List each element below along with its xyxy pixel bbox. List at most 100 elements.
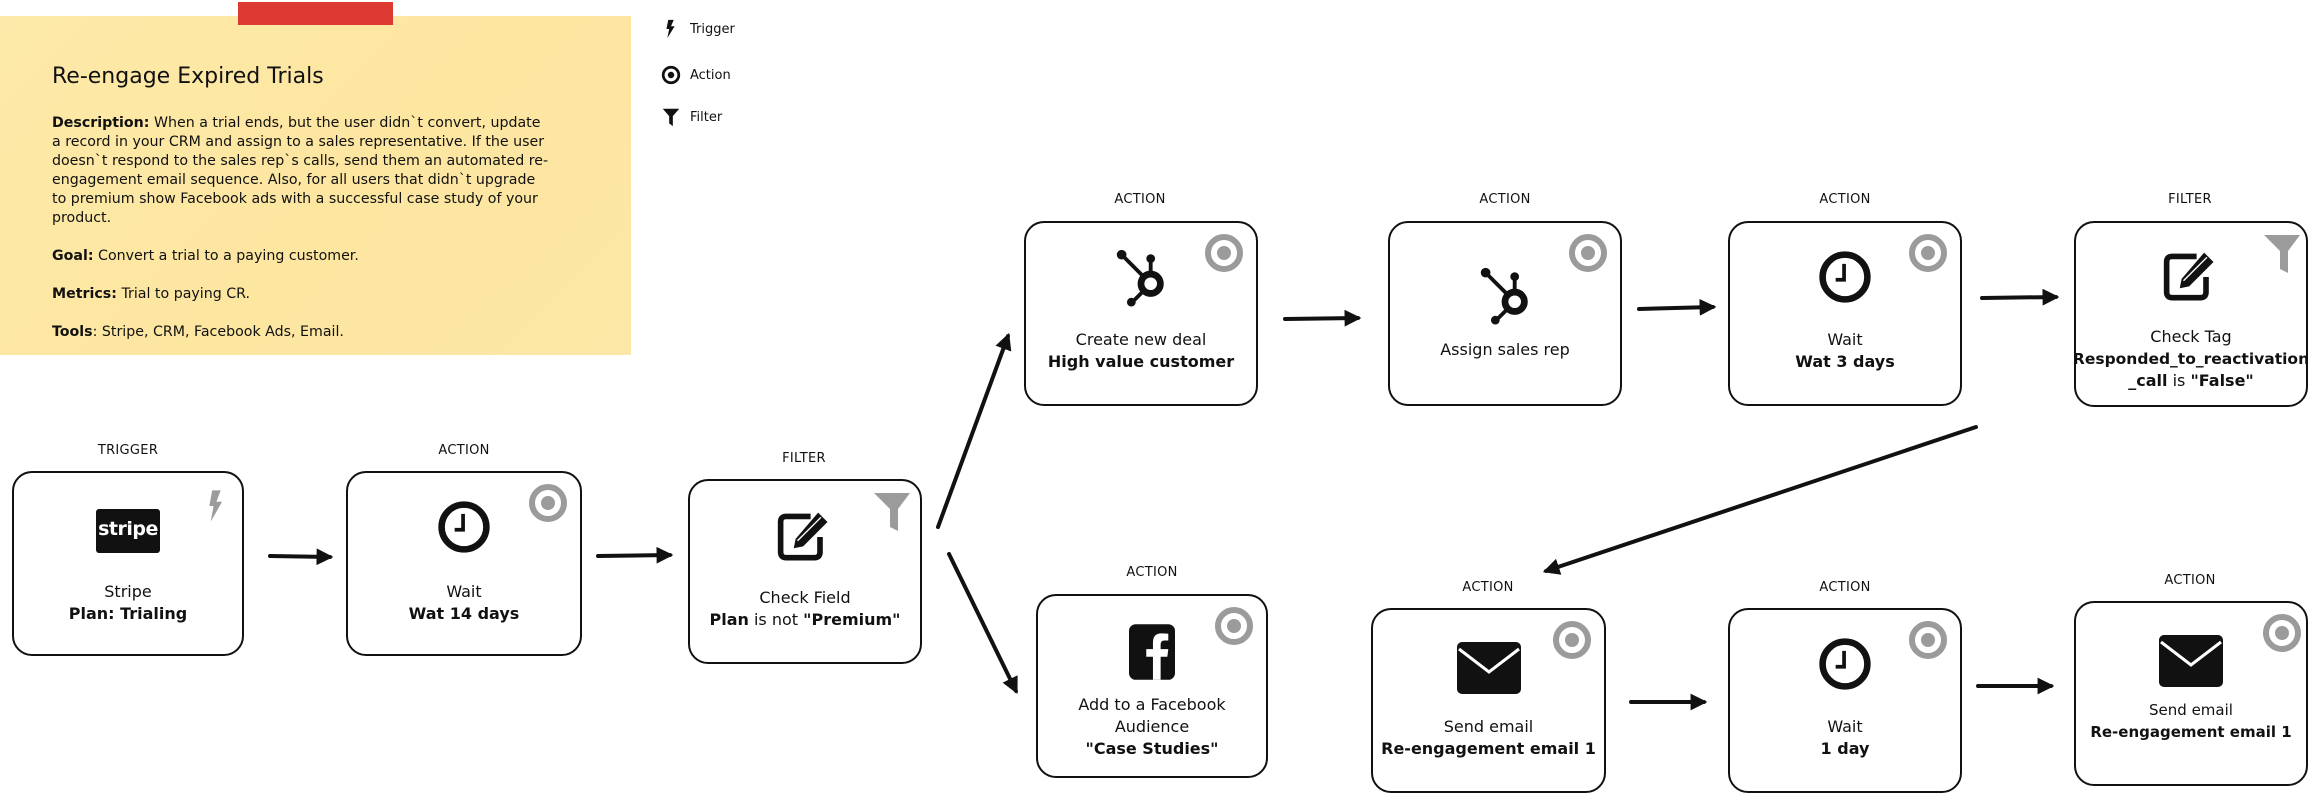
node-detail: Wat 14 days	[408, 604, 520, 623]
node-text: Wait 1 day	[1730, 716, 1960, 760]
node-title-line2: Audience	[1114, 717, 1190, 736]
node-type-label: ACTION	[438, 443, 490, 458]
node-text: Stripe Plan: Trialing	[14, 581, 242, 625]
metrics-text: Trial to paying CR.	[121, 286, 251, 302]
target-icon	[1215, 607, 1253, 645]
target-icon	[1569, 234, 1607, 272]
arrow-assign-to-wait3	[1637, 298, 1717, 316]
node-wait-1-day[interactable]: Wait 1 day	[1728, 608, 1962, 793]
node-title: Assign sales rep	[1440, 340, 1570, 359]
node-detail-operator: is	[2167, 371, 2191, 390]
node-wait-14-days[interactable]: Wait Wat 14 days	[346, 471, 582, 656]
legend-trigger: Trigger	[660, 18, 735, 40]
node-text: Add to a Facebook Audience "Case Studies…	[1038, 694, 1266, 760]
node-text: Wait Wat 14 days	[348, 581, 580, 625]
node-text: Check Tag Responded_to_reactivation _cal…	[2072, 326, 2310, 392]
facebook-icon	[1129, 624, 1175, 680]
node-type-label: ACTION	[1114, 192, 1166, 207]
arrow-wait3-to-checktag	[1980, 288, 2060, 306]
note-description: Description: When a trial ends, but the …	[52, 114, 552, 228]
node-wait-3-days[interactable]: Wait Wat 3 days	[1728, 221, 1962, 406]
node-detail: "Case Studies"	[1085, 739, 1219, 758]
node-text: Assign sales rep	[1390, 339, 1620, 361]
goal-text: Convert a trial to a paying customer.	[98, 248, 359, 264]
node-send-email-2[interactable]: Send email Re-engagement email 1	[2074, 601, 2308, 786]
hubspot-icon	[1116, 249, 1164, 307]
node-detail: Wat 3 days	[1795, 352, 1895, 371]
node-send-email-1[interactable]: Send email Re-engagement email 1	[1371, 608, 1606, 793]
node-text: Wait Wat 3 days	[1730, 329, 1960, 373]
node-detail: High value customer	[1047, 352, 1235, 371]
node-title: Add to a Facebook	[1078, 695, 1226, 714]
note-title: Re-engage Expired Trials	[52, 64, 324, 89]
funnel-icon	[2264, 235, 2300, 273]
arrow-checktag-to-email1	[1542, 425, 1978, 575]
arrow-wait14-to-checkfield	[596, 546, 674, 564]
node-type-label: ACTION	[2164, 573, 2216, 588]
node-text: Check Field Plan is not "Premium"	[690, 587, 920, 631]
node-title: Wait	[1827, 717, 1863, 736]
legend-label: Action	[690, 67, 731, 83]
target-icon	[661, 65, 681, 85]
node-stripe-trigger[interactable]: stripe Stripe Plan: Trialing	[12, 471, 244, 656]
node-detail: Re-engagement email 1	[2090, 723, 2292, 741]
clock-icon	[438, 501, 490, 553]
clock-icon	[1819, 638, 1871, 690]
node-check-tag[interactable]: Check Tag Responded_to_reactivation _cal…	[2072, 221, 2310, 407]
arrow-createdeal-to-assign	[1283, 309, 1362, 327]
node-facebook-audience[interactable]: Add to a Facebook Audience "Case Studies…	[1036, 594, 1268, 778]
target-icon	[2263, 614, 2301, 652]
node-title: Wait	[446, 582, 482, 601]
node-type-label: FILTER	[782, 451, 826, 466]
arrow-stripe-to-wait14	[268, 548, 334, 566]
node-check-field[interactable]: Check Field Plan is not "Premium"	[688, 479, 922, 664]
node-create-deal[interactable]: Create new deal High value customer	[1024, 221, 1258, 406]
stripe-logo-text: stripe	[98, 518, 158, 540]
clock-icon	[1819, 251, 1871, 303]
goal-label: Goal:	[52, 248, 94, 264]
legend-action: Action	[660, 64, 731, 86]
tools-label: Tools	[52, 324, 93, 340]
sticky-note: Re-engage Expired Trials Description: Wh…	[0, 16, 631, 355]
node-title: Check Tag	[2150, 327, 2232, 346]
node-title: Wait	[1827, 330, 1863, 349]
description-text: When a trial ends, but the user didn`t c…	[52, 115, 549, 226]
node-detail-value: "False"	[2190, 371, 2254, 390]
node-title: Check Field	[759, 588, 851, 607]
node-detail-value: "Premium"	[803, 610, 901, 629]
node-detail: Re-engagement email 1	[1381, 739, 1596, 758]
node-assign-sales-rep[interactable]: Assign sales rep	[1388, 221, 1622, 406]
node-title: Send email	[1443, 717, 1534, 736]
hubspot-icon	[1480, 267, 1528, 325]
node-detail-operator: is not	[748, 610, 804, 629]
arrow-checkfield-to-facebook	[947, 552, 1018, 695]
note-body: Description: When a trial ends, but the …	[52, 114, 552, 361]
node-type-label: ACTION	[1819, 192, 1871, 207]
node-type-label: ACTION	[1479, 192, 1531, 207]
node-text: Create new deal High value customer	[1026, 329, 1256, 373]
note-tools: Tools: Stripe, CRM, Facebook Ads, Email.	[52, 323, 552, 342]
node-type-label: ACTION	[1819, 580, 1871, 595]
node-text: Send email Re-engagement email 1	[1373, 716, 1604, 760]
target-icon	[1205, 234, 1243, 272]
node-title: Stripe	[104, 582, 152, 601]
edit-icon	[2163, 252, 2214, 301]
arrow-checkfield-to-createdeal	[936, 332, 1012, 529]
node-type-label: FILTER	[2168, 192, 2212, 207]
node-detail-field-cont: _call	[2128, 371, 2168, 390]
target-icon	[1553, 621, 1591, 659]
note-goal: Goal: Convert a trial to a paying custom…	[52, 247, 552, 266]
bolt-icon	[666, 19, 675, 39]
envelope-icon	[2159, 635, 2223, 687]
metrics-label: Metrics:	[52, 286, 117, 302]
node-title: Create new deal	[1075, 330, 1207, 349]
node-detail-field: Plan	[709, 610, 749, 629]
edit-icon	[777, 512, 828, 561]
node-type-label: TRIGGER	[97, 443, 159, 458]
funnel-icon	[874, 493, 910, 531]
node-detail: Plan: Trialing	[68, 604, 188, 623]
node-type-label: ACTION	[1462, 580, 1514, 595]
node-detail-field: Responded_to_reactivation	[2072, 350, 2310, 368]
node-title: Send email	[2149, 701, 2233, 719]
note-metrics: Metrics: Trial to paying CR.	[52, 285, 552, 304]
